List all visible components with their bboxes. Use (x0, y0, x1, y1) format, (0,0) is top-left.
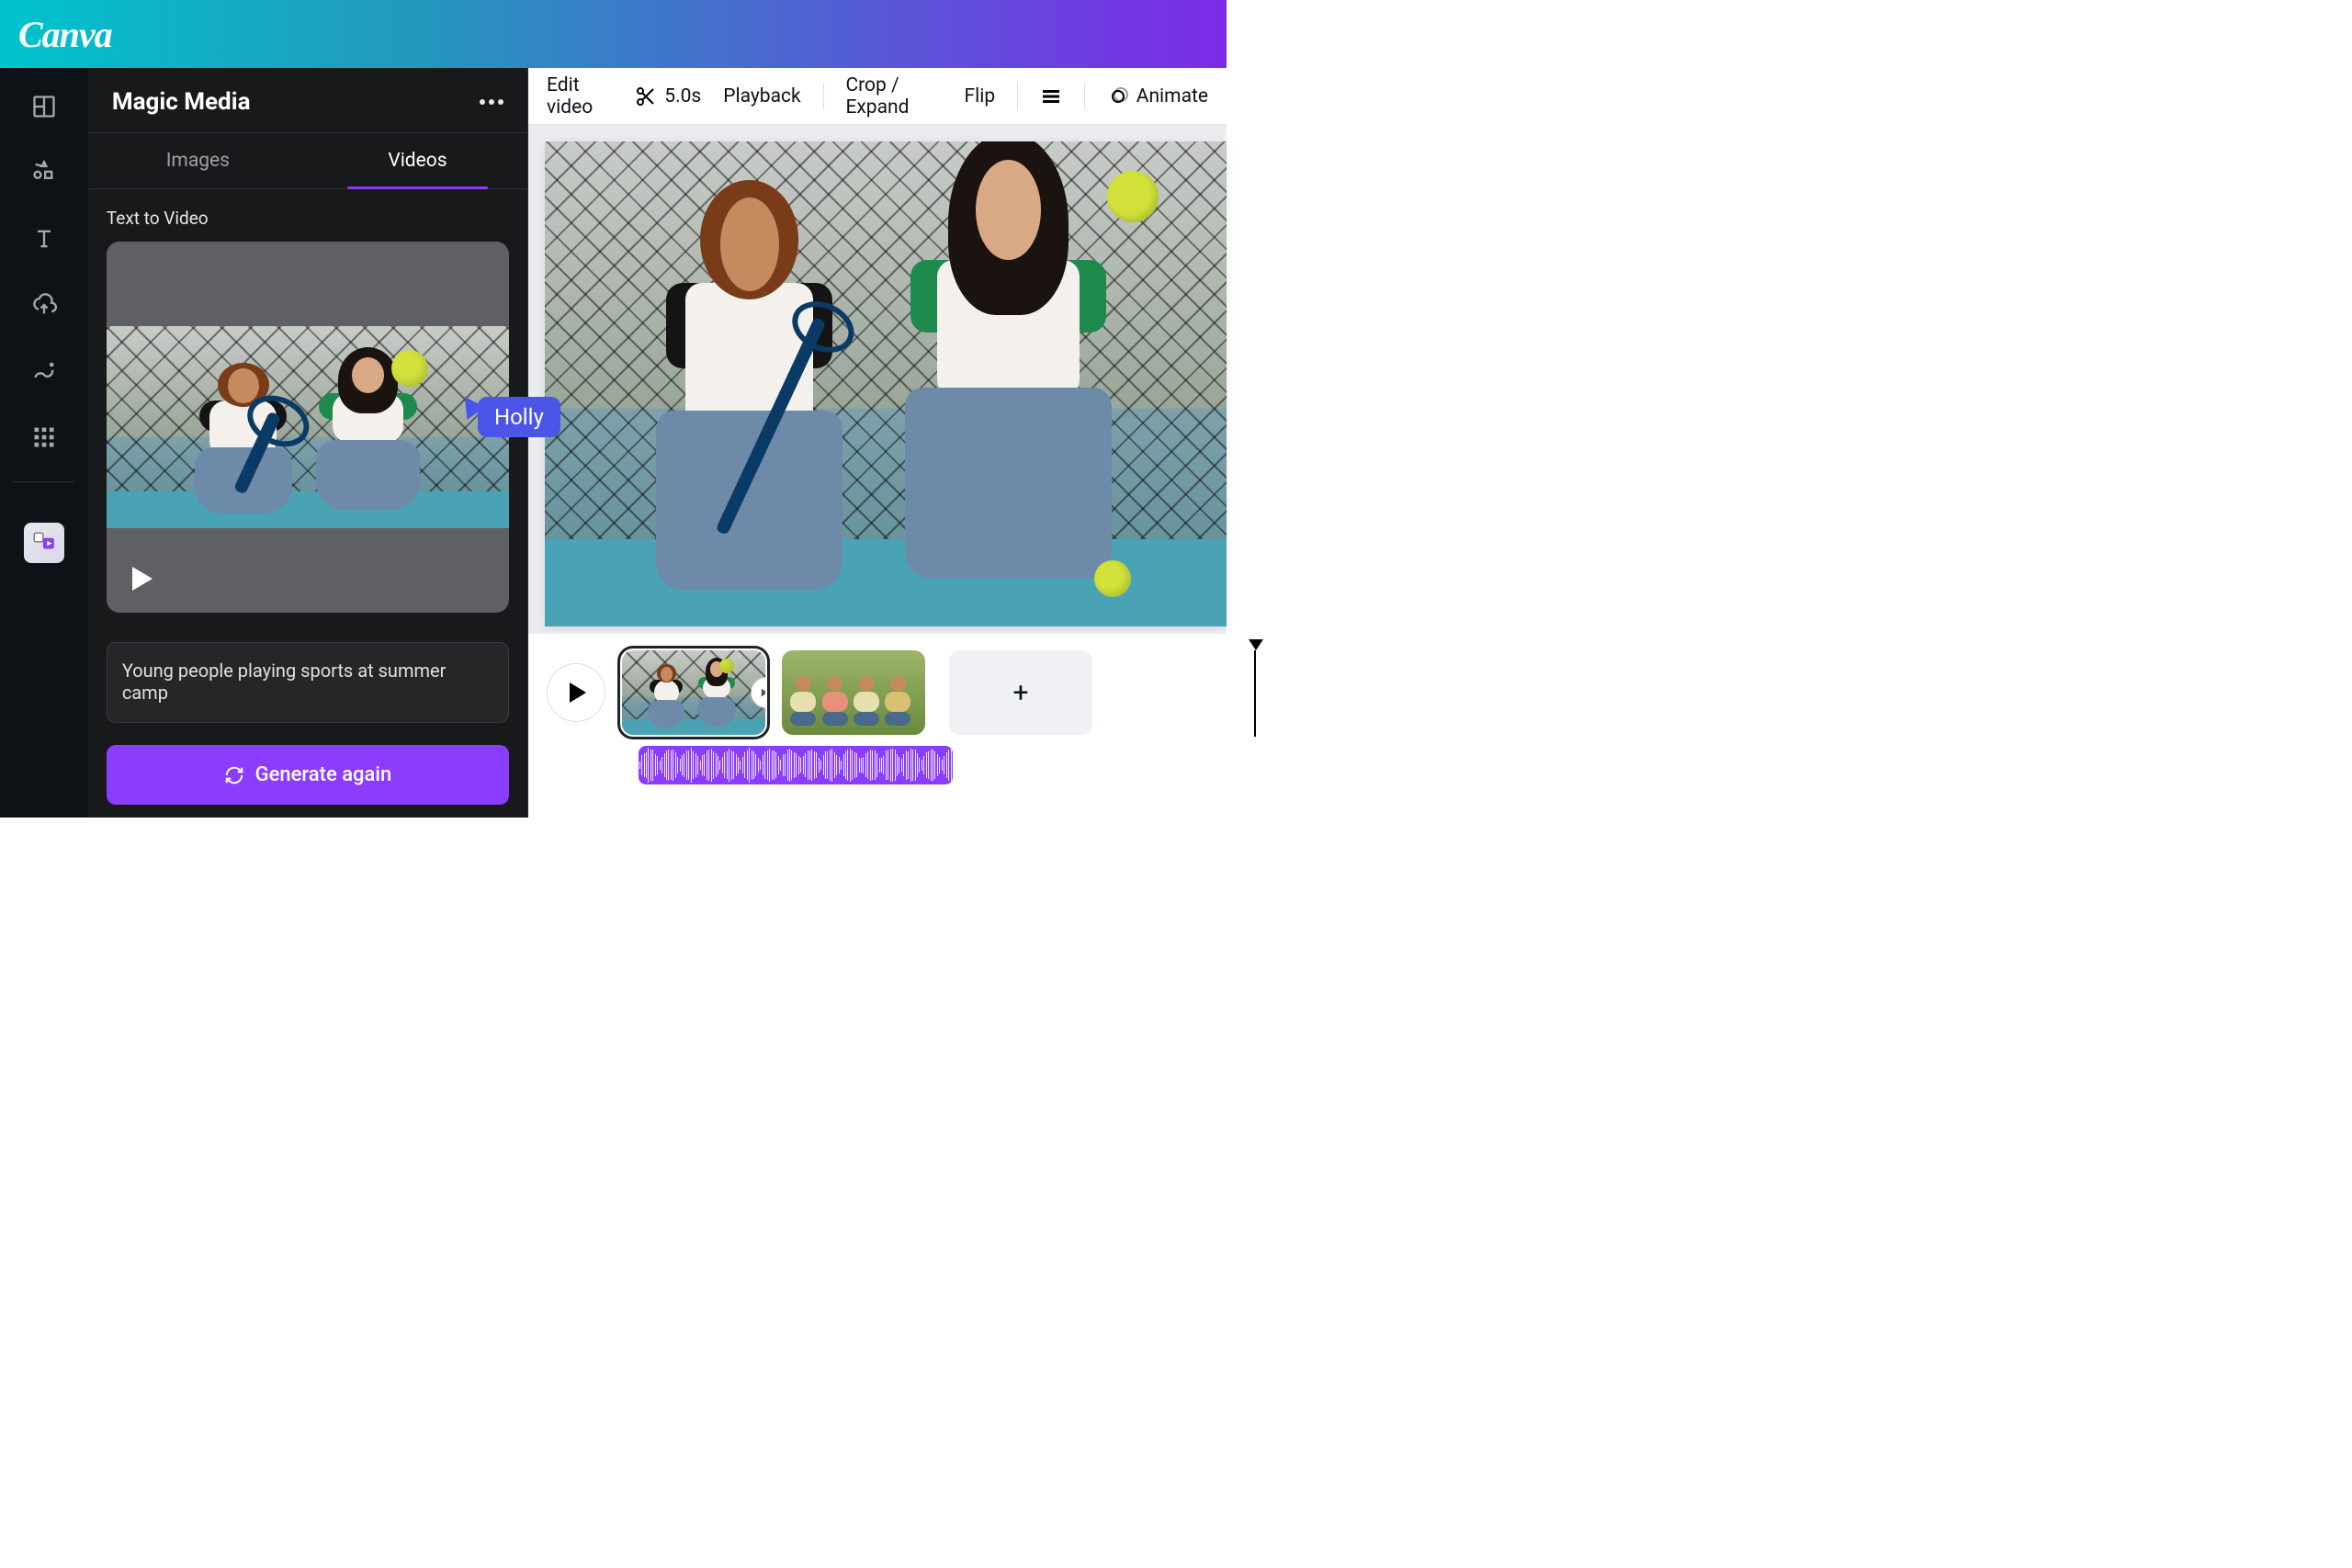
animate-button[interactable]: Animate (1107, 85, 1208, 107)
list-icon[interactable] (1040, 85, 1062, 107)
tab-videos[interactable]: Videos (308, 133, 527, 188)
toolbar-separator (1017, 83, 1018, 110)
canvas-area: Edit video 5.0s Playback Crop / Expand F… (528, 68, 1227, 818)
toolbar-separator (823, 83, 824, 110)
crop-expand-button[interactable]: Crop / Expand (845, 74, 942, 118)
scissors-icon (635, 85, 657, 107)
magic-media-app-icon[interactable] (24, 523, 64, 563)
elements-icon[interactable] (31, 160, 57, 186)
video-frame[interactable] (545, 141, 1227, 626)
edit-video-button[interactable]: Edit video (547, 74, 613, 118)
timeline: + (528, 634, 1227, 818)
prompt-input[interactable]: Young people playing sports at summer ca… (107, 642, 509, 723)
playback-button[interactable]: Playback (723, 85, 800, 107)
draw-icon[interactable] (31, 358, 57, 384)
rail-divider (13, 481, 74, 482)
generate-again-button[interactable]: Generate again (107, 745, 509, 805)
flip-button[interactable]: Flip (965, 85, 996, 107)
panel-title: Magic Media (112, 88, 251, 116)
generate-label: Generate again (255, 763, 392, 786)
plus-icon: + (1012, 677, 1028, 709)
canva-logo: Canva (18, 13, 112, 56)
add-clip-button[interactable]: + (949, 650, 1092, 735)
animate-label: Animate (1136, 85, 1208, 107)
trim-button[interactable]: 5.0s (635, 85, 701, 107)
animate-icon (1107, 85, 1129, 107)
templates-icon[interactable] (31, 94, 57, 119)
playhead-line[interactable] (1254, 650, 1256, 737)
play-icon[interactable] (132, 567, 153, 591)
refresh-icon (224, 765, 244, 785)
text-icon[interactable] (31, 226, 57, 252)
duration-label: 5.0s (664, 85, 701, 107)
uploads-icon[interactable] (31, 292, 57, 318)
canvas-stage[interactable] (528, 125, 1227, 634)
collaborator-cursor: Holly (459, 395, 560, 437)
timeline-clip[interactable] (622, 650, 765, 735)
play-icon (570, 682, 586, 703)
timeline-clip[interactable] (782, 650, 925, 735)
tool-rail (0, 68, 88, 818)
audio-track[interactable] (639, 746, 953, 784)
toolbar-separator (1084, 83, 1085, 110)
media-type-tabs: Images Videos (88, 133, 527, 189)
app-header: Canva (0, 0, 1227, 68)
timeline-play-button[interactable] (547, 663, 605, 722)
apps-icon[interactable] (31, 424, 57, 450)
collaborator-name: Holly (478, 397, 560, 437)
tab-images[interactable]: Images (88, 133, 308, 188)
context-toolbar: Edit video 5.0s Playback Crop / Expand F… (528, 68, 1227, 125)
playhead-marker-icon[interactable] (1249, 639, 1263, 650)
magic-media-panel: Magic Media Images Videos Text to Video (88, 68, 528, 818)
waveform-icon (639, 746, 953, 784)
section-label: Text to Video (107, 208, 509, 229)
generated-preview[interactable] (107, 242, 509, 613)
panel-more-icon[interactable] (480, 99, 503, 105)
